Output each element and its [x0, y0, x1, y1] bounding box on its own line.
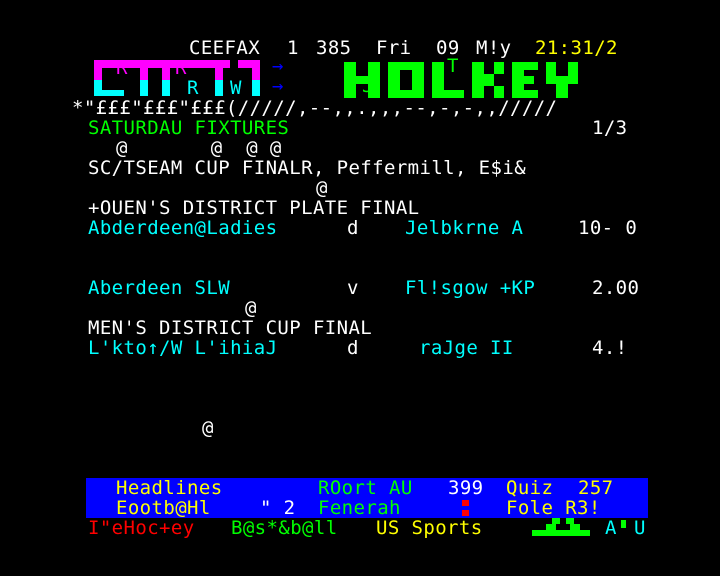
logo-block [162, 60, 170, 80]
logo-block [252, 60, 260, 80]
footer-row-1: Headlines ROort AU 399 Quiz 257 [0, 478, 720, 498]
fastext-green[interactable]: B@s*&b@ll [231, 518, 338, 538]
home-team: Abderdeen@Ladies [88, 217, 278, 239]
page-number: 385 [316, 37, 352, 59]
fastext-yellow[interactable]: US Sports [376, 518, 483, 538]
home-team: Aberdeen SLW [88, 277, 231, 299]
logo-letter: R [175, 57, 187, 79]
logo-block [94, 60, 102, 80]
match-score: 2.00 [592, 277, 640, 299]
link-quiz[interactable]: Quiz [506, 478, 553, 498]
result-separator: d [347, 337, 359, 359]
hockey-title-letter: T [447, 55, 459, 77]
logo-letter: R [116, 57, 128, 79]
noise-text: @ [202, 417, 214, 439]
logo-letter: R [187, 77, 199, 99]
link-general[interactable]: Fenerah [318, 498, 401, 518]
match-score: 10- 0 [578, 217, 638, 239]
fastext-red[interactable]: I"eHoc+ey [88, 518, 195, 538]
fixture-row: Aberdeen SLW v Fl!sgow +KP 2.00 [0, 278, 720, 298]
section-title: SATURDAU FIXTURES [88, 117, 290, 139]
logo-block [215, 80, 223, 96]
noise-text: @ [316, 177, 328, 199]
link-sport-report[interactable]: ROort AU [318, 478, 413, 498]
page-link-number[interactable]: " 2 [260, 498, 296, 518]
logo-block [140, 60, 148, 80]
fixture-heading: MEN'S DISTRICT CUP FINAL [0, 318, 720, 338]
arrow-right-icon: → [272, 55, 284, 77]
separator-rule: *"£££"£££"£££(/////,--,,.,,,--,-,-,,////… [0, 98, 720, 118]
rule-text: *"£££"£££"£££(/////,--,,.,,,--,-,-,,////… [72, 97, 558, 119]
logo-block [140, 80, 148, 96]
fastext-row: I"eHoc+ey B@s*&b@ll US Sports A U [0, 518, 720, 538]
noise-text: @ @ @ @ [116, 137, 282, 159]
away-team: Jelbkrne A [405, 217, 524, 239]
hockey-title-letter: J [362, 75, 374, 97]
mosaic-pixel-icon [621, 520, 626, 528]
home-team: L'kto↑/W L'ihiaJ [88, 337, 278, 359]
link-headlines[interactable]: Headlines [116, 478, 223, 498]
logo-block [162, 80, 170, 96]
hockey-title-blocks [344, 62, 578, 98]
mosaic-graphic-icon [532, 518, 590, 536]
logo-block [215, 60, 223, 80]
fixture-heading: +OUEN'S DISTRICT PLATE FINAL [0, 198, 720, 218]
section-header: SATURDAU FIXTURES 1/3 [0, 118, 720, 138]
noise-row: @ [0, 418, 720, 438]
noise-row: @ [0, 298, 720, 318]
fastext-cyan-2[interactable]: U [634, 518, 646, 538]
header-day: Fri [376, 37, 412, 59]
fixture-heading: SC/TSEAM CUP FINALR, Peffermill, E$i& [0, 158, 720, 178]
page-link-number[interactable]: 257 [578, 478, 614, 498]
red-marker-icon [462, 500, 469, 506]
noise-text: @ [245, 297, 257, 319]
match-score: 4.! [592, 337, 628, 359]
red-marker-icon [462, 510, 469, 516]
teletext-header: CEEFAX 1 385 Fri 09 M!y 21:31/2 [0, 38, 720, 58]
fixture-row: Abderdeen@Ladies d Jelbkrne A 10- 0 [0, 218, 720, 238]
heading-text: SC/TSEAM CUP FINALR, Peffermill, E$i& [88, 157, 527, 179]
noise-row: @ @ @ @ [0, 138, 720, 158]
arrow-right-icon: → [272, 75, 284, 97]
logo-block [94, 60, 162, 68]
logo-block [252, 80, 260, 96]
link-football[interactable]: Eootb@Hl [116, 498, 211, 518]
logo-letter: W [230, 77, 242, 99]
heading-text: +OUEN'S DISTRICT PLATE FINAL [88, 197, 420, 219]
magazine-number: 1 [287, 37, 299, 59]
link-fole[interactable]: Fole R3! [506, 498, 601, 518]
result-separator: v [347, 277, 359, 299]
footer-row-2: Eootb@Hl " 2 Fenerah Fole R3! [0, 498, 720, 518]
fastext-cyan[interactable]: A [605, 518, 617, 538]
subpage-counter: 1/3 [592, 117, 628, 139]
page-link-number[interactable]: 399 [448, 478, 484, 498]
result-separator: d [347, 217, 359, 239]
header-clock: 21:31/2 [535, 37, 618, 59]
fixture-row: L'kto↑/W L'ihiaJ d raJge II 4.! [0, 338, 720, 358]
away-team: raJge II [419, 337, 514, 359]
header-month: M!y [476, 37, 512, 59]
logo-block [94, 90, 124, 96]
heading-text: MEN'S DISTRICT CUP FINAL [88, 317, 373, 339]
noise-row: @ [0, 178, 720, 198]
service-name: CEEFAX [189, 37, 261, 59]
away-team: Fl!sgow +KP [405, 277, 536, 299]
